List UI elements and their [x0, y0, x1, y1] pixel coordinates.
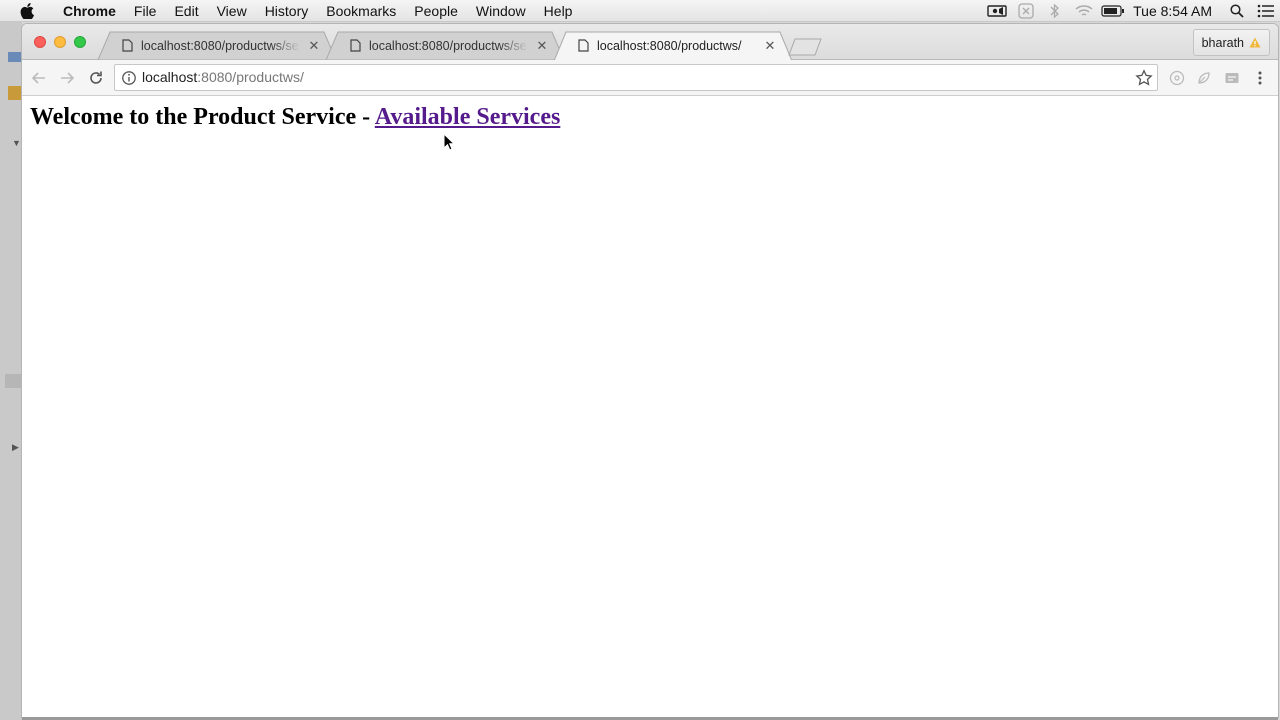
- menu-edit[interactable]: Edit: [165, 0, 207, 22]
- tab-2[interactable]: localhost:8080/productws/services ✕: [326, 31, 564, 60]
- minimize-window-button[interactable]: [54, 36, 66, 48]
- tab-close-icon[interactable]: ✕: [762, 38, 778, 54]
- menu-help[interactable]: Help: [535, 0, 582, 22]
- menu-bar: Chrome File Edit View History Bookmarks …: [0, 0, 1280, 22]
- chrome-menu-icon[interactable]: [1251, 69, 1269, 87]
- notification-center-icon[interactable]: [1251, 0, 1280, 22]
- url-path: :8080/productws/: [197, 69, 304, 85]
- apple-icon[interactable]: [0, 2, 54, 19]
- forward-button[interactable]: [58, 69, 76, 87]
- extension-circle-icon[interactable]: [1168, 69, 1186, 87]
- menu-window[interactable]: Window: [467, 0, 535, 22]
- menu-people[interactable]: People: [405, 0, 467, 22]
- page-icon: [350, 39, 361, 52]
- available-services-link[interactable]: Available Services: [375, 104, 561, 130]
- browser-toolbar: localhost:8080/productws/: [22, 60, 1278, 96]
- tab-strip: localhost:8080/productws/services ✕ loca…: [22, 24, 1278, 60]
- fullscreen-window-button[interactable]: [74, 36, 86, 48]
- menu-bookmarks[interactable]: Bookmarks: [317, 0, 405, 22]
- tab-close-icon[interactable]: ✕: [306, 38, 322, 54]
- tab-title: localhost:8080/productws/: [597, 38, 742, 53]
- scrollbar-thumb: [5, 374, 22, 388]
- background-window-sliver: ▼ ▶: [0, 22, 22, 720]
- reload-button[interactable]: [87, 69, 105, 87]
- extension-leaf-icon[interactable]: [1195, 69, 1213, 87]
- page-heading: Welcome to the Product Service - Availab…: [30, 104, 560, 131]
- menu-file[interactable]: File: [125, 0, 166, 22]
- new-tab-button[interactable]: [788, 38, 822, 56]
- disclosure-down-icon: ▼: [12, 138, 21, 148]
- profile-name: bharath: [1201, 35, 1244, 50]
- package-icon: [8, 86, 22, 100]
- screen-record-icon[interactable]: [982, 0, 1011, 22]
- mouse-cursor-icon: [443, 133, 455, 151]
- extension-cast-icon[interactable]: [1223, 69, 1241, 87]
- profile-button[interactable]: bharath: [1192, 29, 1270, 56]
- x-tray-icon[interactable]: [1011, 0, 1040, 22]
- battery-icon[interactable]: [1098, 0, 1127, 22]
- tab-title: localhost:8080/productws/services: [141, 38, 300, 53]
- menu-chrome[interactable]: Chrome: [54, 0, 125, 22]
- bookmark-star-icon[interactable]: [1135, 69, 1153, 87]
- warning-icon: [1249, 37, 1261, 48]
- wifi-icon[interactable]: [1069, 0, 1098, 22]
- tab-close-icon[interactable]: ✕: [534, 38, 550, 54]
- tab-3-active[interactable]: localhost:8080/productws/ ✕: [554, 31, 792, 60]
- browser-window: localhost:8080/productws/services ✕ loca…: [22, 24, 1278, 717]
- menu-view[interactable]: View: [208, 0, 256, 22]
- disclosure-right-icon: ▶: [12, 442, 19, 452]
- back-button[interactable]: [30, 69, 48, 87]
- tab-1[interactable]: localhost:8080/productws/services ✕: [98, 31, 336, 60]
- url-host: localhost: [142, 69, 198, 85]
- page-icon: [122, 39, 133, 52]
- folder-icon: [8, 52, 22, 62]
- url-text[interactable]: localhost:8080/productws/: [142, 65, 304, 90]
- page-content: Welcome to the Product Service - Availab…: [22, 96, 1278, 717]
- menubar-clock[interactable]: Tue 8:54 AM: [1127, 3, 1222, 19]
- page-icon: [578, 39, 589, 52]
- close-window-button[interactable]: [34, 36, 46, 48]
- address-bar[interactable]: localhost:8080/productws/: [114, 64, 1158, 91]
- bluetooth-icon[interactable]: [1040, 0, 1069, 22]
- heading-text: Welcome to the Product Service -: [30, 104, 375, 130]
- page-info-icon[interactable]: [121, 70, 137, 86]
- tab-title: localhost:8080/productws/services: [369, 38, 528, 53]
- menu-history[interactable]: History: [256, 0, 318, 22]
- spotlight-search-icon[interactable]: [1222, 0, 1251, 22]
